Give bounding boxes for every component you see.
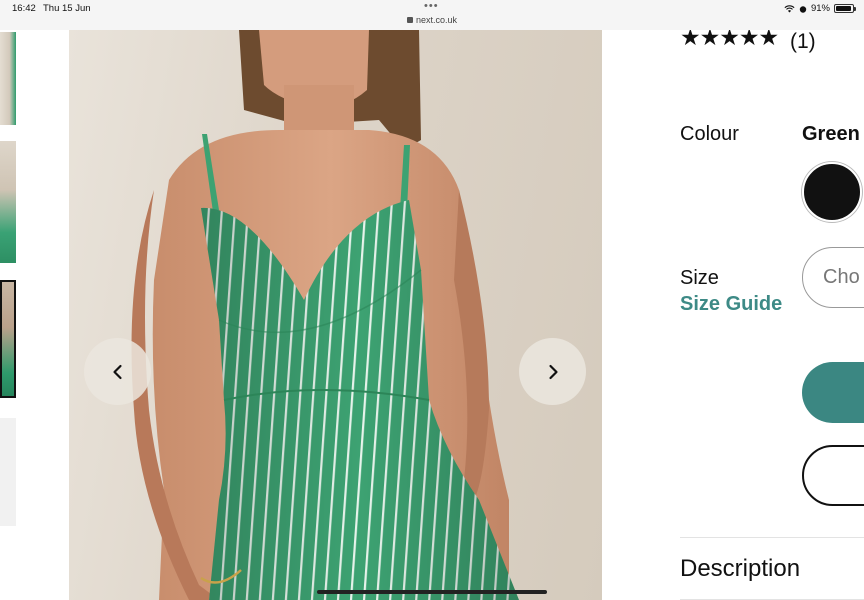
battery-icon	[834, 4, 856, 13]
size-select-placeholder: Cho	[823, 266, 860, 288]
size-guide-link[interactable]: Size Guide	[680, 293, 782, 316]
description-heading[interactable]: Description	[680, 555, 800, 583]
home-indicator	[317, 590, 547, 594]
product-photo	[131, 30, 519, 600]
thumbnail-3-selected[interactable]	[0, 280, 16, 398]
colour-label: Colour	[680, 123, 739, 145]
thumbnail-2[interactable]	[0, 141, 16, 263]
size-label: Size	[680, 267, 719, 289]
colour-value: Green	[802, 123, 860, 145]
previous-image-button[interactable]	[84, 338, 151, 405]
add-to-bag-button[interactable]	[802, 362, 864, 423]
alarm-icon	[799, 5, 807, 13]
save-for-later-button[interactable]	[802, 445, 864, 506]
lock-icon	[406, 17, 413, 23]
size-select[interactable]: Cho	[802, 247, 864, 308]
product-main-image[interactable]	[69, 30, 602, 600]
wifi-icon	[784, 4, 795, 13]
battery-percent: 91%	[810, 3, 830, 14]
status-date: Thu 15 Jun	[43, 3, 91, 14]
review-count[interactable]: (1)	[790, 30, 816, 54]
tab-options-icon[interactable]: •••	[424, 0, 439, 12]
chevron-left-icon	[112, 364, 122, 379]
status-time: 16:42	[12, 3, 36, 14]
url-text: next.co.uk	[415, 15, 458, 25]
status-icons: 91%	[784, 3, 856, 14]
thumbnail-1[interactable]	[0, 32, 16, 125]
colour-swatch-black[interactable]	[802, 162, 862, 222]
divider	[680, 537, 864, 538]
address-bar[interactable]: next.co.uk	[0, 15, 864, 25]
thumbnail-4[interactable]	[0, 418, 16, 526]
chevron-right-icon	[548, 364, 558, 379]
status-bar: 16:42 Thu 15 Jun ••• next.co.uk 91%	[0, 0, 864, 30]
next-image-button[interactable]	[519, 338, 586, 405]
